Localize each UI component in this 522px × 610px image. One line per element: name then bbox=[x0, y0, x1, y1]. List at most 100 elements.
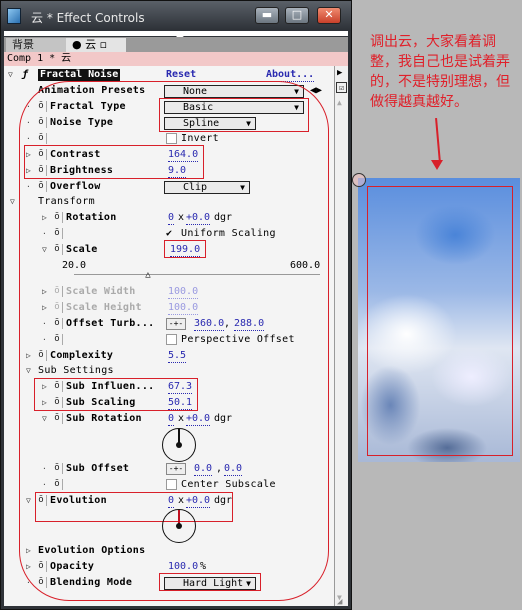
collapse-triangle-icon[interactable]: ▽ bbox=[26, 363, 31, 379]
stopwatch-icon[interactable]: ō bbox=[52, 413, 63, 424]
stopwatch-icon[interactable]: ō bbox=[36, 181, 47, 192]
maximize-button[interactable]: □ bbox=[285, 7, 309, 24]
stopwatch-icon: ō bbox=[52, 286, 63, 297]
param-label: Rotation bbox=[66, 212, 117, 223]
sub-rotation-degrees[interactable]: +0.0 bbox=[186, 412, 211, 426]
stopwatch-icon[interactable]: ō bbox=[36, 133, 47, 144]
invert-checkbox[interactable] bbox=[166, 133, 177, 144]
sub-offset-x-value[interactable]: 0.0 bbox=[194, 462, 213, 476]
param-offset-turbulence: · ō Offset Turb... -+- 360.0 , 288.0 bbox=[4, 316, 334, 332]
dropdown-arrow-icon: ▼ bbox=[240, 183, 245, 192]
stopwatch-icon[interactable]: ō bbox=[36, 561, 47, 572]
close-icon: ✕ bbox=[324, 8, 334, 21]
collapse-triangle-icon[interactable]: ▽ bbox=[8, 67, 13, 83]
panel-menu-icon[interactable]: ▶ bbox=[337, 68, 342, 78]
stopwatch-icon[interactable]: ō bbox=[52, 479, 63, 490]
preset-nav-icon[interactable]: ◀▶ bbox=[310, 83, 322, 99]
scale-slider-track[interactable] bbox=[74, 274, 320, 275]
expand-triangle-icon[interactable]: ▷ bbox=[26, 543, 31, 559]
crosshair-point-icon[interactable]: -+- bbox=[166, 463, 186, 475]
expand-triangle-icon[interactable]: ▷ bbox=[26, 348, 31, 364]
param-label: Scale bbox=[66, 244, 98, 255]
maximize-icon: □ bbox=[291, 8, 303, 21]
perspective-offset-checkbox[interactable] bbox=[166, 334, 177, 345]
param-sub-offset: · ō Sub Offset -+- 0.0 , 0.0 bbox=[4, 461, 334, 477]
collapse-triangle-icon[interactable]: ▽ bbox=[10, 194, 15, 210]
rotation-degrees[interactable]: +0.0 bbox=[186, 211, 211, 225]
bullet-icon: · bbox=[42, 464, 47, 473]
reset-link[interactable]: Reset bbox=[166, 68, 197, 82]
expand-triangle-icon[interactable]: ▷ bbox=[42, 300, 47, 316]
bullet-icon: · bbox=[26, 118, 31, 127]
annotation-arrow bbox=[435, 117, 441, 164]
dropdown-value: None bbox=[183, 86, 208, 97]
param-label: Complexity bbox=[50, 350, 114, 361]
group-transform[interactable]: ▽ Transform bbox=[4, 194, 334, 210]
fx-toggle-icon[interactable]: ƒ bbox=[22, 67, 28, 83]
stopwatch-icon[interactable]: ō bbox=[52, 463, 63, 474]
center-subscale-checkbox[interactable] bbox=[166, 479, 177, 490]
bullet-icon: · bbox=[26, 182, 31, 191]
stopwatch-icon[interactable]: ō bbox=[36, 117, 47, 128]
separator: , bbox=[224, 318, 231, 329]
param-complexity: ▷ ō Complexity 5.5 bbox=[4, 348, 334, 364]
tab-close-icon[interactable]: ▫ bbox=[100, 38, 107, 51]
animation-presets-dropdown[interactable]: None ▼ bbox=[164, 85, 304, 98]
close-button[interactable]: ✕ bbox=[317, 7, 341, 24]
effect-header: ▽ ƒ Fractal Noise Reset About... bbox=[4, 67, 334, 83]
resize-grip-icon[interactable]: ◢ bbox=[337, 597, 342, 607]
minimize-button[interactable]: ▬ bbox=[255, 7, 279, 24]
stopwatch-icon[interactable]: ō bbox=[52, 228, 63, 239]
tab-cloud[interactable]: ● 云 ▫ bbox=[66, 38, 126, 52]
group-sub-settings[interactable]: ▽ Sub Settings bbox=[4, 363, 334, 379]
stopwatch-icon[interactable]: ō bbox=[52, 334, 63, 345]
offset-x-value[interactable]: 360.0 bbox=[194, 317, 225, 331]
scale-slider-thumb[interactable]: △ bbox=[145, 270, 150, 280]
times-label: x bbox=[178, 413, 185, 424]
param-animation-presets: Animation Presets None ▼ ◀▶ bbox=[4, 83, 334, 99]
stopwatch-icon[interactable]: ō bbox=[52, 318, 63, 329]
sub-rotation-dial[interactable] bbox=[162, 428, 196, 462]
highlight-box bbox=[35, 492, 233, 522]
collapse-triangle-icon[interactable]: ▽ bbox=[26, 493, 31, 509]
stopwatch-icon[interactable]: ō bbox=[52, 244, 63, 255]
highlight-box bbox=[164, 240, 206, 258]
separator: , bbox=[216, 463, 223, 474]
anchor-point-icon[interactable] bbox=[352, 173, 366, 187]
param-scale-width: ▷ ō Scale Width 100.0 bbox=[4, 284, 334, 300]
stopwatch-icon[interactable]: ō bbox=[36, 350, 47, 361]
tab-background[interactable]: 背景 bbox=[6, 38, 66, 52]
crosshair-point-icon[interactable]: -+- bbox=[166, 318, 186, 330]
expand-triangle-icon[interactable]: ▷ bbox=[26, 559, 31, 575]
evolution-dial[interactable] bbox=[162, 509, 196, 543]
about-link[interactable]: About... bbox=[266, 68, 315, 82]
stopwatch-icon[interactable]: ō bbox=[36, 577, 47, 588]
panel-options-icon[interactable]: ☑ bbox=[336, 82, 347, 93]
minimize-icon: ▬ bbox=[261, 8, 273, 21]
tab-bar: 背景 ● 云 ▫ bbox=[4, 37, 348, 52]
collapse-triangle-icon[interactable]: ▽ bbox=[42, 242, 47, 258]
stopwatch-icon[interactable]: ō bbox=[52, 212, 63, 223]
param-label: Blending Mode bbox=[50, 577, 133, 588]
expand-triangle-icon[interactable]: ▷ bbox=[42, 210, 47, 226]
stopwatch-icon[interactable]: ō bbox=[36, 101, 47, 112]
overflow-dropdown[interactable]: Clip ▼ bbox=[164, 181, 250, 194]
expand-triangle-icon[interactable]: ▷ bbox=[42, 284, 47, 300]
effect-name[interactable]: Fractal Noise bbox=[38, 69, 121, 81]
vertical-scrollbar[interactable]: ▶ ☑ ▲ ▼ bbox=[334, 66, 348, 606]
group-evolution-options[interactable]: ▷ Evolution Options bbox=[4, 543, 334, 559]
bullet-icon: · bbox=[26, 578, 31, 587]
rotation-revolutions[interactable]: 0 bbox=[168, 211, 175, 225]
complexity-value[interactable]: 5.5 bbox=[168, 349, 187, 363]
sub-offset-y-value[interactable]: 0.0 bbox=[224, 462, 243, 476]
collapse-triangle-icon[interactable]: ▽ bbox=[42, 411, 47, 427]
stopwatch-icon: ō bbox=[52, 302, 63, 313]
effect-icon: ● bbox=[72, 38, 82, 51]
sub-rotation-revolutions[interactable]: 0 bbox=[168, 412, 175, 426]
scroll-up-icon[interactable]: ▲ bbox=[337, 98, 342, 107]
scale-height-value: 100.0 bbox=[168, 302, 199, 315]
dial-center bbox=[176, 523, 182, 529]
annotation-arrow-head bbox=[431, 160, 443, 170]
tab-cloud-label: 云 bbox=[85, 38, 97, 51]
offset-y-value[interactable]: 288.0 bbox=[234, 317, 265, 331]
